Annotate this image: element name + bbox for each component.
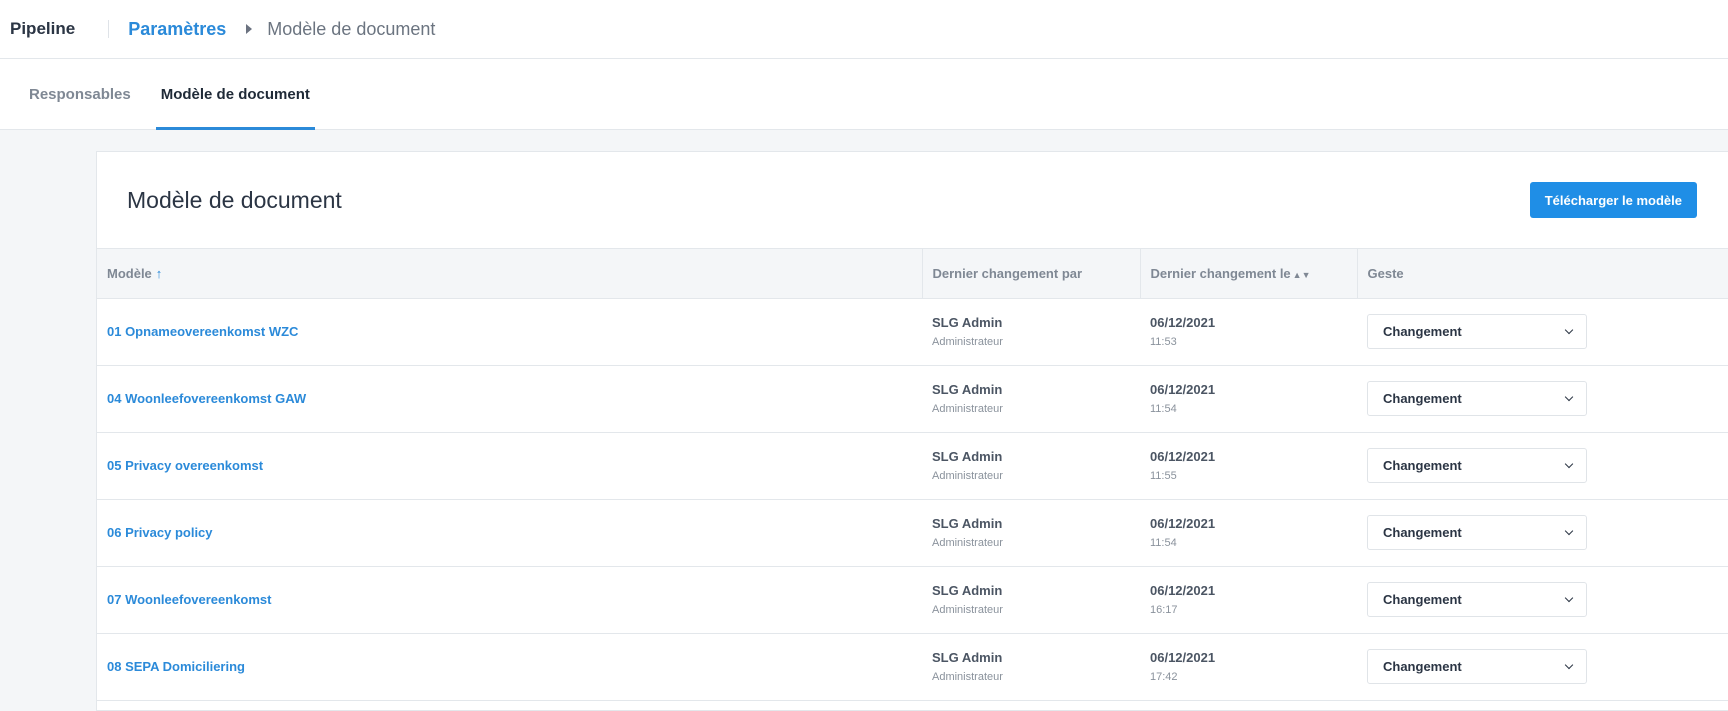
action-dropdown-label: Changement bbox=[1383, 592, 1462, 607]
changed-by-role: Administrateur bbox=[932, 604, 1003, 616]
download-template-button[interactable]: Télécharger le modèle bbox=[1529, 182, 1697, 218]
table-row: 08 SEPA Domiciliering SLG Admin Administr… bbox=[97, 633, 1728, 700]
brand-name: Pipeline bbox=[10, 19, 76, 38]
changed-by-user: SLG Admin bbox=[932, 382, 1003, 397]
changed-by-role: Administrateur bbox=[932, 671, 1003, 683]
action-dropdown-label: Changement bbox=[1383, 324, 1462, 339]
changed-by-role: Administrateur bbox=[932, 537, 1003, 549]
chevron-down-icon bbox=[1564, 392, 1574, 401]
chevron-down-icon bbox=[1564, 459, 1574, 468]
chevron-down-icon bbox=[1564, 593, 1574, 602]
action-dropdown[interactable]: Changement bbox=[1367, 515, 1587, 550]
action-dropdown[interactable]: Changement bbox=[1367, 582, 1587, 617]
action-dropdown-label: Changement bbox=[1383, 659, 1462, 674]
changed-date: 06/12/2021 bbox=[1150, 650, 1216, 665]
action-dropdown-label: Changement bbox=[1383, 391, 1462, 406]
action-dropdown[interactable]: Changement bbox=[1367, 448, 1587, 483]
table-row: 04 Woonleefovereenkomst GAW SLG Admin Adm… bbox=[97, 365, 1728, 432]
settings-tabs: Responsables Modèle de document bbox=[0, 59, 1728, 130]
changed-by-user: SLG Admin bbox=[932, 315, 1003, 330]
action-dropdown[interactable]: Changement bbox=[1367, 314, 1587, 349]
changed-by-user: SLG Admin bbox=[932, 650, 1003, 665]
tab-document-template[interactable]: Modèle de document bbox=[155, 59, 316, 130]
breadcrumb-current: Modèle de document bbox=[267, 18, 436, 39]
changed-by-role: Administrateur bbox=[932, 470, 1003, 482]
card-header: Modèle de document Télécharger le modèle bbox=[97, 152, 1728, 249]
template-link[interactable]: 01 Opnameovereenkomst WZC bbox=[107, 324, 298, 339]
changed-by-user: SLG Admin bbox=[932, 516, 1003, 531]
templates-table: Modèle ↑ Dernier changement par Dernier c… bbox=[97, 249, 1728, 701]
changed-by-role: Administrateur bbox=[932, 403, 1003, 415]
changed-time: 11:55 bbox=[1150, 470, 1177, 482]
changed-date: 06/12/2021 bbox=[1150, 583, 1216, 598]
changed-time: 11:53 bbox=[1150, 336, 1177, 348]
changed-time: 17:42 bbox=[1150, 671, 1178, 683]
template-link[interactable]: 08 SEPA Domiciliering bbox=[107, 659, 245, 674]
card-title: Modèle de document bbox=[127, 186, 342, 213]
template-link[interactable]: 07 Woonleefovereenkomst bbox=[107, 592, 271, 607]
action-dropdown-label: Changement bbox=[1383, 525, 1462, 540]
chevron-down-icon bbox=[1564, 325, 1574, 334]
tab-responsables[interactable]: Responsables bbox=[24, 59, 136, 129]
sort-toggle-icon: ▲▼ bbox=[1292, 269, 1311, 280]
column-header-model-label: Modèle bbox=[107, 265, 152, 281]
changed-time: 16:17 bbox=[1150, 604, 1178, 616]
table-row: 05 Privacy overeenkomst SLG Admin Adminis… bbox=[97, 432, 1728, 499]
table-row: 06 Privacy policy SLG Admin Administrateu… bbox=[97, 499, 1728, 566]
breadcrumb-chevron-icon bbox=[246, 24, 253, 34]
changed-time: 11:54 bbox=[1150, 403, 1177, 415]
brand-divider bbox=[108, 20, 110, 38]
table-row: 01 Opnameovereenkomst WZC SLG Admin Admin… bbox=[97, 298, 1728, 365]
template-link[interactable]: 05 Privacy overeenkomst bbox=[107, 458, 263, 473]
changed-date: 06/12/2021 bbox=[1150, 315, 1216, 330]
breadcrumb-parent-link[interactable]: Paramètres bbox=[128, 19, 226, 40]
chevron-down-icon bbox=[1564, 526, 1574, 535]
changed-date: 06/12/2021 bbox=[1150, 449, 1216, 464]
changed-by-user: SLG Admin bbox=[932, 583, 1003, 598]
action-dropdown-label: Changement bbox=[1383, 458, 1462, 473]
column-header-changed-on[interactable]: Dernier changement le ▲▼ bbox=[1140, 249, 1358, 299]
action-dropdown[interactable]: Changement bbox=[1367, 649, 1587, 684]
changed-by-user: SLG Admin bbox=[932, 449, 1003, 464]
table-header-row: Modèle ↑ Dernier changement par Dernier c… bbox=[97, 249, 1728, 299]
column-header-action: Geste bbox=[1357, 249, 1728, 299]
template-link[interactable]: 04 Woonleefovereenkomst GAW bbox=[107, 391, 306, 406]
top-bar: Pipeline Paramètres Modèle de document bbox=[0, 0, 1728, 59]
changed-date: 06/12/2021 bbox=[1150, 516, 1216, 531]
column-header-changed-by: Dernier changement par bbox=[922, 249, 1141, 299]
document-template-card: Modèle de document Télécharger le modèle… bbox=[96, 151, 1728, 711]
chevron-down-icon bbox=[1564, 660, 1574, 669]
template-link[interactable]: 06 Privacy policy bbox=[107, 525, 213, 540]
sort-ascending-icon: ↑ bbox=[155, 265, 163, 281]
changed-time: 11:54 bbox=[1150, 537, 1177, 549]
column-header-changed-on-label: Dernier changement le bbox=[1150, 265, 1291, 281]
column-header-model[interactable]: Modèle ↑ bbox=[97, 249, 923, 299]
table-row: 07 Woonleefovereenkomst SLG Admin Adminis… bbox=[97, 566, 1728, 633]
action-dropdown[interactable]: Changement bbox=[1367, 381, 1587, 416]
changed-date: 06/12/2021 bbox=[1150, 382, 1216, 397]
changed-by-role: Administrateur bbox=[932, 336, 1003, 348]
